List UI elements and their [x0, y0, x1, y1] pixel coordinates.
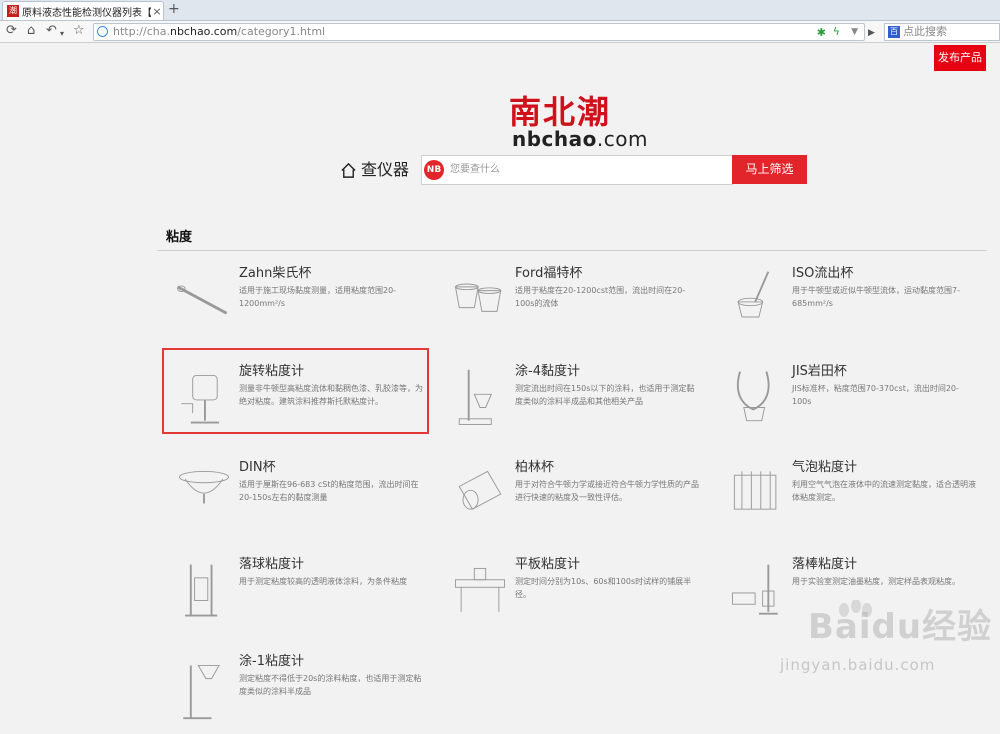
go-arrow-icon[interactable]: ▶: [868, 25, 875, 41]
globe-icon: [97, 26, 108, 37]
product-name[interactable]: 柏林杯: [515, 456, 554, 475]
berlin-cup-icon[interactable]: [449, 462, 511, 528]
url-text: http://cha.nbchao.com/category1.html: [113, 25, 326, 38]
baidu-paw-icon: 百: [888, 26, 900, 38]
product-item[interactable]: Zahn柴氏杯适用于施工现场黏度测量，适用粘度范围20-1200mm²/s: [167, 262, 427, 346]
product-item[interactable]: 落球粘度计用于测定粘度较高的透明液体涂料，为条件粘度: [167, 553, 427, 637]
product-item[interactable]: ISO流出杯用于牛顿型或近似牛顿型流体，运动黏度范围7-685mm²/s: [720, 262, 980, 346]
browser-tab-bar: 潮 原料液态性能检测仪器列表【查... × +: [0, 0, 1000, 21]
watermark-url: jingyan.baidu.com: [780, 656, 936, 674]
search-placeholder: 您要查什么: [450, 164, 500, 175]
reload-icon[interactable]: ⟳: [6, 23, 17, 39]
product-description: 适用于施工现场黏度测量，适用粘度范围20-1200mm²/s: [239, 286, 397, 308]
product-description: JIS标准杯，粘度范围70-370cst，流出时间20-100s: [792, 384, 959, 406]
product-name[interactable]: DIN杯: [239, 456, 276, 475]
t1-viscometer-icon[interactable]: [173, 656, 235, 722]
product-name[interactable]: 气泡粘度计: [792, 456, 857, 475]
nb-logo-icon: NB: [424, 160, 444, 180]
product-description: 适用于粘度在20-1200cst范围，流出时间在20-100s的流体: [515, 286, 686, 308]
t4-viscometer-icon[interactable]: [449, 366, 511, 432]
speed-mode-icon[interactable]: ϟ: [833, 24, 840, 40]
new-tab-icon[interactable]: +: [168, 1, 180, 17]
browser-nav-bar: ⟳ ⌂ ↶ ▾ ☆ http://cha.nbchao.com/category…: [0, 21, 1000, 43]
plate-viscometer-icon[interactable]: [449, 559, 511, 625]
product-description: 用于测定粘度较高的透明液体涂料，为条件粘度: [239, 577, 407, 586]
product-description: 测定时间分别为10s、60s和100s时试样的铺展半径。: [515, 577, 692, 599]
browser-search-box[interactable]: 百点此搜索: [884, 23, 1000, 41]
search-label-text: 查仪器: [361, 160, 410, 179]
din-cup-icon[interactable]: [173, 462, 235, 528]
zahn-cup-icon[interactable]: [173, 268, 235, 334]
falling-ball-viscometer-icon[interactable]: [173, 559, 235, 625]
address-dropdown-icon[interactable]: ▼: [851, 24, 858, 40]
product-name[interactable]: 落棒粘度计: [792, 553, 857, 572]
product-item[interactable]: 柏林杯用于对符合牛顿力学或接近符合牛顿力学性质的产品进行快速的粘度及一致性评估。: [443, 456, 703, 540]
jis-cup-icon[interactable]: [726, 366, 788, 432]
favorite-star-icon[interactable]: ☆: [73, 23, 85, 39]
product-name[interactable]: Ford福特杯: [515, 262, 582, 281]
product-name[interactable]: Zahn柴氏杯: [239, 262, 311, 281]
product-description: 用于对符合牛顿力学或接近符合牛顿力学性质的产品进行快速的粘度及一致性评估。: [515, 480, 699, 502]
product-item[interactable]: Ford福特杯适用于粘度在20-1200cst范围，流出时间在20-100s的流…: [443, 262, 703, 346]
product-description: 适用于厘斯在96-683 cSt的粘度范围，流出时间在20-150s左右的黏度测…: [239, 480, 419, 502]
product-item[interactable]: JIS岩田杯 JIS标准杯，粘度范围70-370cst，流出时间20-100s: [720, 360, 980, 444]
instrument-search-input[interactable]: NB 您要查什么: [421, 155, 733, 185]
close-tab-icon[interactable]: ×: [151, 5, 163, 18]
publish-product-button[interactable]: 发布产品: [934, 45, 986, 71]
product-item[interactable]: 平板粘度计测定时间分别为10s、60s和100s时试样的铺展半径。: [443, 553, 703, 637]
product-item[interactable]: 涂-4黏度计测定流出时间在150s以下的涂料，也适用于测定黏度类似的涂料半成品和…: [443, 360, 703, 444]
product-name[interactable]: 平板粘度计: [515, 553, 580, 572]
iso-cup-icon[interactable]: [726, 268, 788, 334]
home-icon[interactable]: ⌂: [27, 23, 35, 39]
product-description: 测定流出时间在150s以下的涂料，也适用于测定黏度类似的涂料半成品和其他相关产品: [515, 384, 695, 406]
security-gear-icon[interactable]: ✱: [817, 25, 826, 41]
filter-now-button[interactable]: 马上筛选: [732, 155, 807, 184]
product-name[interactable]: ISO流出杯: [792, 262, 853, 281]
watermark-brand: Baidu经验: [808, 607, 993, 647]
product-description: 利用空气气泡在液体中的流速测定黏度，适合透明液体粘度测定。: [792, 480, 976, 502]
product-item[interactable]: 气泡粘度计利用空气气泡在液体中的流速测定黏度，适合透明液体粘度测定。: [720, 456, 980, 540]
undo-icon[interactable]: ↶: [46, 23, 57, 39]
browser-tab[interactable]: 潮 原料液态性能检测仪器列表【查... ×: [2, 1, 164, 20]
product-description: 用于实验室测定油墨粘度，测定样品表观粘度。: [792, 577, 960, 586]
product-name[interactable]: 落球粘度计: [239, 553, 304, 572]
ford-cup-icon[interactable]: [449, 268, 511, 334]
category-divider: [157, 250, 987, 251]
highlight-box: [162, 348, 429, 434]
product-item[interactable]: DIN杯适用于厘斯在96-683 cSt的粘度范围，流出时间在20-150s左右…: [167, 456, 427, 540]
bubble-viscometer-icon[interactable]: [726, 462, 788, 528]
product-name[interactable]: 涂-4黏度计: [515, 360, 580, 379]
site-favicon-icon: 潮: [7, 5, 19, 17]
address-bar[interactable]: http://cha.nbchao.com/category1.html ✱ ϟ…: [93, 23, 865, 41]
undo-menu-chevron-icon[interactable]: ▾: [60, 26, 64, 42]
browser-search-placeholder: 点此搜索: [903, 25, 947, 38]
product-description: 用于牛顿型或近似牛顿型流体，运动黏度范围7-685mm²/s: [792, 286, 960, 308]
search-label: 查仪器: [340, 158, 409, 182]
product-name[interactable]: JIS岩田杯: [792, 360, 847, 379]
site-logo-chinese[interactable]: 南北潮: [509, 93, 639, 131]
site-logo-english[interactable]: nbchao.com: [512, 127, 648, 151]
category-title: 粘度: [166, 230, 193, 245]
house-icon: [341, 162, 356, 178]
product-item[interactable]: 涂-1粘度计测定粘度不得低于20s的涂料粘度，也适用于测定粘度类似的涂料半成品: [167, 650, 427, 734]
tab-title: 原料液态性能检测仪器列表【查...: [22, 7, 151, 19]
product-name[interactable]: 涂-1粘度计: [239, 650, 304, 669]
product-description: 测定粘度不得低于20s的涂料粘度，也适用于测定粘度类似的涂料半成品: [239, 674, 422, 696]
